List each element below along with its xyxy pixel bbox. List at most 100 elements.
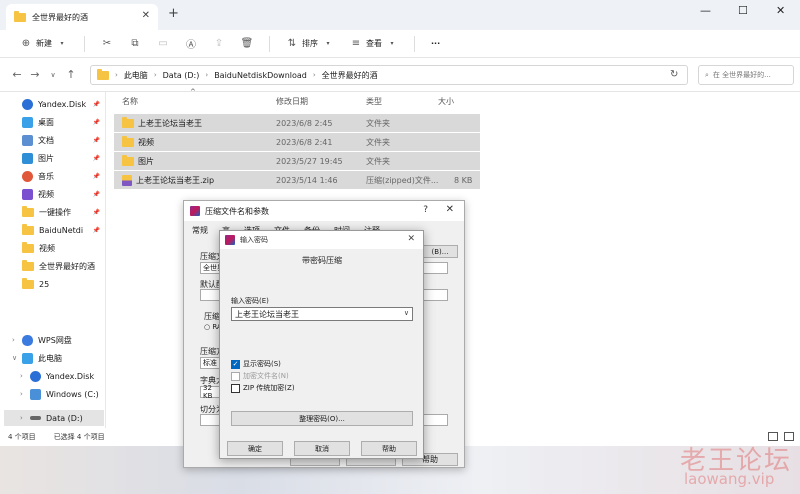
paste-button[interactable]: ▭	[151, 35, 175, 53]
sidebar-item-best-wine[interactable]: 全世界最好的酒	[22, 258, 102, 274]
cancel-button[interactable]: 取消	[294, 441, 350, 456]
search-input[interactable]: ⌕ 在 全世界最好的...	[698, 65, 794, 85]
method-value: 标准	[203, 359, 217, 367]
sidebar-item-video-folder[interactable]: 视频	[22, 240, 102, 256]
videos-icon	[22, 188, 33, 200]
close-icon[interactable]: ✕	[446, 204, 454, 215]
minimize-button[interactable]: —	[700, 4, 711, 17]
sidebar-item-yandex[interactable]: Yandex.Disk 📌	[22, 96, 102, 112]
maximize-button[interactable]: ☐	[738, 4, 748, 17]
show-password-checkbox[interactable]: ✓ 显示密码(S)	[231, 359, 281, 369]
browse-button[interactable]: (B)...	[422, 245, 458, 258]
file-row[interactable]: 视频 2023/6/8 2:41 文件夹	[114, 133, 480, 151]
delete-button[interactable]: 🗑	[235, 35, 259, 53]
chevron-right-icon[interactable]: ›	[20, 414, 23, 422]
help-button[interactable]: 帮助	[361, 441, 417, 456]
column-header-name[interactable]: 名称	[122, 96, 138, 107]
encrypt-names-checkbox[interactable]: 加密文件名(N)	[231, 371, 289, 381]
breadcrumb-drive[interactable]: Data (D:)	[163, 71, 200, 80]
sidebar-item-label: BaiduNetdi	[39, 225, 84, 235]
search-placeholder: 在 全世界最好的...	[712, 71, 771, 79]
forward-arrow-icon[interactable]: →	[26, 68, 44, 81]
ok-button[interactable]: 确定	[227, 441, 283, 456]
sidebar-item-label: 桌面	[38, 117, 54, 127]
password-field[interactable]: 上老王论坛当老王 ∨	[231, 307, 413, 321]
new-tab-button[interactable]: +	[168, 6, 179, 21]
sidebar-item-label: 一键操作	[39, 207, 71, 217]
new-button[interactable]: ⊕ 新建 ▾	[14, 35, 74, 53]
sort-button[interactable]: ⇅ 排序 ▾	[280, 35, 340, 53]
folder-icon	[122, 116, 134, 128]
file-row[interactable]: 上老王论坛当老王.zip 2023/5/14 1:46 压缩(zipped)文件…	[114, 171, 480, 189]
tree-item-yandex[interactable]: Yandex.Disk	[30, 368, 104, 384]
sidebar-item-desktop[interactable]: 桌面 📌	[22, 114, 102, 130]
password-dialog: 输入密码 ✕ 带密码压缩 输入密码(E) 上老王论坛当老王 ∨ ✓ 显示密码(S…	[219, 230, 424, 459]
tab-general[interactable]: 常规	[192, 225, 208, 236]
cut-button[interactable]: ✂	[95, 35, 119, 53]
rename-button[interactable]: Ⓐ	[179, 35, 203, 53]
tree-item-label: 此电脑	[38, 353, 62, 363]
file-type: 文件夹	[366, 118, 390, 128]
sidebar-item-documents[interactable]: 文档 📌	[22, 132, 102, 148]
chevron-down-icon: ▾	[390, 40, 394, 47]
sidebar-item-music[interactable]: 音乐 📌	[22, 168, 102, 184]
chevron-down-icon[interactable]: ∨	[12, 354, 17, 362]
sidebar-item-label: 图片	[38, 153, 54, 163]
chevron-right-icon[interactable]: ›	[12, 336, 15, 344]
column-header-type[interactable]: 类型	[366, 96, 382, 107]
drive-icon	[30, 388, 41, 400]
chevron-right-icon: ›	[205, 71, 209, 79]
sidebar-item-25[interactable]: 25	[22, 276, 102, 292]
tree-item-drive-c[interactable]: Windows (C:)	[30, 386, 104, 402]
rename-icon: Ⓐ	[186, 40, 196, 51]
divider	[84, 35, 85, 52]
breadcrumb-baidu[interactable]: BaiduNetdiskDownload	[214, 71, 307, 80]
refresh-icon[interactable]: ↻	[670, 69, 678, 80]
breadcrumb[interactable]: › 此电脑 › Data (D:) › BaiduNetdiskDownload…	[90, 65, 688, 85]
view-button[interactable]: ≡ 查看 ▾	[344, 35, 404, 53]
tree-item-drive-d[interactable]: Data (D:)	[30, 410, 104, 426]
zip-legacy-checkbox[interactable]: ZIP 传统加密(Z)	[231, 383, 295, 393]
file-row[interactable]: 图片 2023/5/27 19:45 文件夹	[114, 152, 480, 170]
watermark-url: laowang.vip	[684, 470, 775, 488]
chevron-down-icon[interactable]: ∨	[404, 309, 409, 317]
music-icon	[22, 170, 33, 182]
share-button[interactable]: ⇪	[207, 35, 231, 53]
divider	[414, 35, 415, 52]
explorer-tab[interactable]: 全世界最好的酒 ✕	[6, 4, 158, 30]
tree-item-wps[interactable]: WPS网盘	[22, 332, 102, 348]
more-options-button[interactable]: ···	[425, 36, 446, 51]
breadcrumb-this-pc[interactable]: 此电脑	[124, 70, 148, 81]
close-tab-icon[interactable]: ✕	[142, 10, 150, 21]
chevron-down-icon: ▾	[326, 40, 330, 47]
address-row: ← → ∨ ↑ › 此电脑 › Data (D:) › BaiduNetdisk…	[0, 58, 800, 92]
close-icon[interactable]: ✕	[407, 234, 415, 244]
breadcrumb-current[interactable]: 全世界最好的酒	[322, 70, 378, 81]
copy-button[interactable]: ⧉	[123, 35, 147, 53]
tree-item-this-pc[interactable]: 此电脑	[22, 350, 102, 366]
password-value: 上老王论坛当老王	[235, 309, 299, 319]
selected-count: 已选择 4 个项目	[53, 433, 105, 441]
chevron-right-icon[interactable]: ›	[20, 390, 23, 398]
recent-chevron-icon[interactable]: ∨	[44, 71, 62, 79]
scissors-icon: ✂	[102, 38, 112, 49]
sidebar-item-videos[interactable]: 视频 📌	[22, 186, 102, 202]
pin-icon: 📌	[92, 118, 100, 126]
organize-passwords-button[interactable]: 整理密码(O)...	[231, 411, 413, 426]
tree-item-label: Data (D:)	[46, 413, 83, 423]
chevron-right-icon[interactable]: ›	[20, 372, 23, 380]
back-arrow-icon[interactable]: ←	[8, 68, 26, 81]
column-header-date[interactable]: 修改日期	[276, 96, 308, 107]
pin-icon: 📌	[92, 136, 100, 144]
column-header-size[interactable]: 大小	[438, 96, 454, 107]
sidebar-item-oneclick[interactable]: 一键操作 📌	[22, 204, 102, 220]
pin-icon: 📌	[92, 226, 100, 234]
help-question-icon[interactable]: ?	[423, 205, 428, 215]
up-arrow-icon[interactable]: ↑	[62, 68, 80, 81]
sidebar-item-pictures[interactable]: 图片 📌	[22, 150, 102, 166]
pin-icon: 📌	[92, 172, 100, 180]
zip-file-icon	[122, 174, 132, 186]
file-row[interactable]: 上老王论坛当老王 2023/6/8 2:45 文件夹	[114, 114, 480, 132]
close-window-button[interactable]: ✕	[776, 4, 785, 17]
sidebar-item-baidunetdisk[interactable]: BaiduNetdi 📌	[22, 222, 102, 238]
